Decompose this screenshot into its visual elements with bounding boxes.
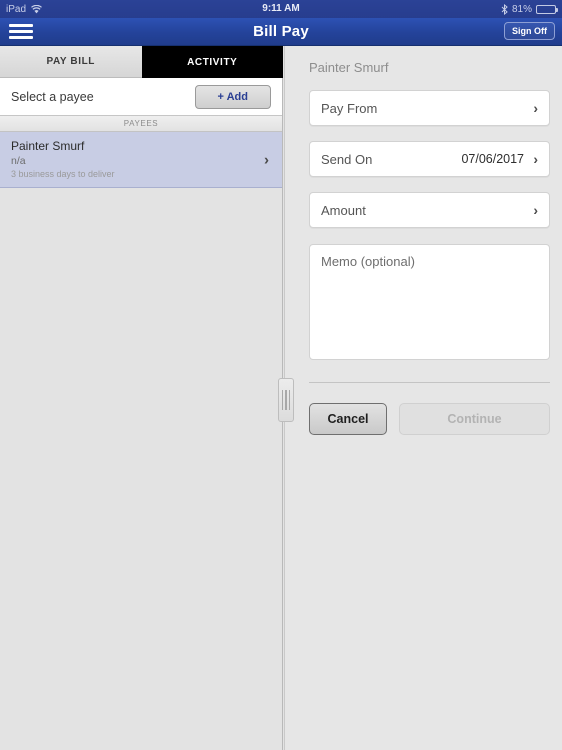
form-actions: Cancel Continue <box>309 403 550 435</box>
content-area: PAY BILL ACTIVITY Select a payee + Add P… <box>0 46 562 750</box>
payee-list-item[interactable]: Painter Smurf n/a 3 business days to del… <box>0 132 282 188</box>
status-bar-time: 9:11 AM <box>262 3 300 14</box>
payees-section-header: PAYEES <box>0 116 282 132</box>
chevron-right-icon: › <box>264 151 269 168</box>
select-payee-bar: Select a payee + Add <box>0 78 282 116</box>
tab-bar: PAY BILL ACTIVITY <box>0 46 283 78</box>
cancel-button[interactable]: Cancel <box>309 403 387 435</box>
sign-off-button[interactable]: Sign Off <box>504 22 555 40</box>
drag-handle-icon[interactable] <box>278 378 294 422</box>
form-payee-title: Painter Smurf <box>309 60 389 75</box>
tab-activity[interactable]: ACTIVITY <box>141 46 283 78</box>
page-title: Bill Pay <box>253 23 309 40</box>
status-bar-right: 81% <box>501 0 558 18</box>
payee-name: Painter Smurf <box>11 139 85 153</box>
tab-pay-bill[interactable]: PAY BILL <box>0 46 142 78</box>
send-on-field[interactable]: Send On 07/06/2017 › <box>309 141 550 177</box>
battery-icon <box>536 4 558 14</box>
send-on-value: 07/06/2017 <box>461 152 524 166</box>
chevron-right-icon: › <box>533 202 538 218</box>
select-payee-label: Select a payee <box>11 89 94 104</box>
ipad-bill-pay-screen: iPad 9:11 AM 81% Bill Pay Sign Off PAY B… <box>0 0 562 750</box>
status-bar: iPad 9:11 AM 81% <box>0 0 562 18</box>
pay-from-label: Pay From <box>321 100 378 116</box>
pay-from-field[interactable]: Pay From › <box>309 90 550 126</box>
amount-label: Amount <box>321 202 366 218</box>
payee-delivery-note: 3 business days to deliver <box>11 169 115 179</box>
chevron-right-icon: › <box>533 151 538 167</box>
send-on-label: Send On <box>321 151 373 167</box>
memo-input[interactable]: Memo (optional) <box>309 244 550 360</box>
chevron-right-icon: › <box>533 100 538 116</box>
add-payee-button[interactable]: + Add <box>194 84 271 109</box>
payment-form-panel: Painter Smurf Pay From › Send On 07/06/2… <box>284 46 562 750</box>
payee-account: n/a <box>11 155 26 167</box>
payee-panel: PAY BILL ACTIVITY Select a payee + Add P… <box>0 46 283 750</box>
navigation-bar: Bill Pay Sign Off <box>0 18 562 46</box>
continue-button[interactable]: Continue <box>399 403 550 435</box>
amount-field[interactable]: Amount › <box>309 192 550 228</box>
bluetooth-icon <box>501 3 508 15</box>
form-divider <box>309 382 550 383</box>
battery-percent-label: 81% <box>511 3 532 15</box>
